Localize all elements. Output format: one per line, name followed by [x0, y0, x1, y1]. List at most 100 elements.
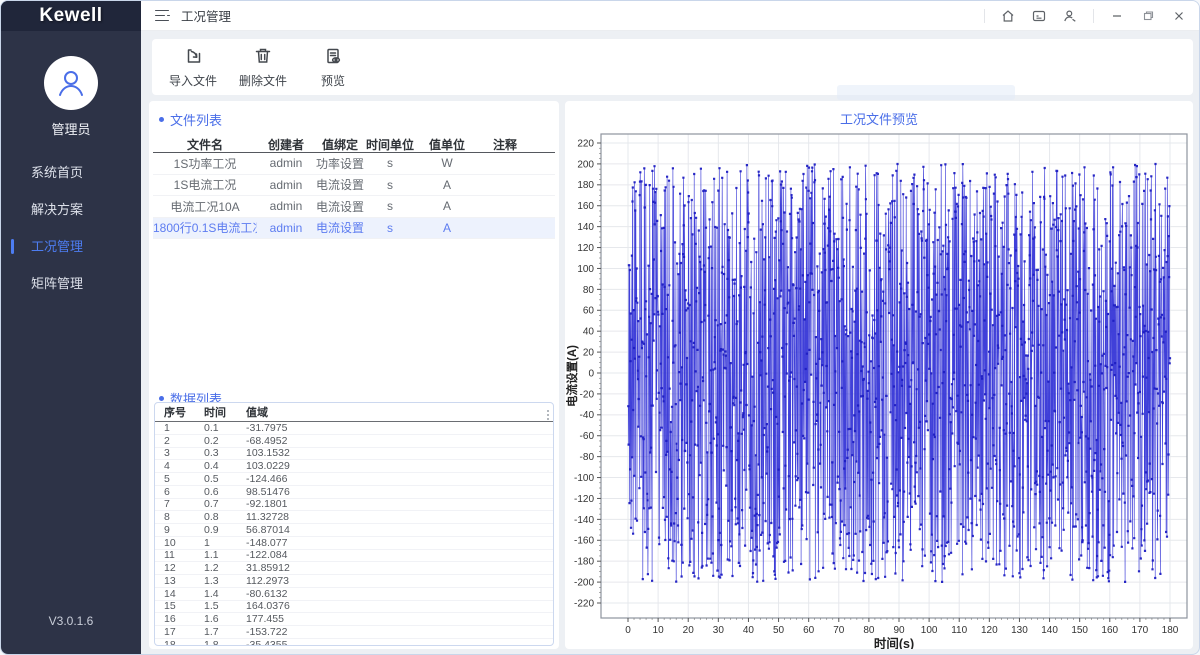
cell: 17: [164, 626, 204, 638]
data-row-10[interactable]: 111.1-122.084: [155, 550, 553, 563]
sidebar-item-1[interactable]: 解决方案: [1, 191, 141, 228]
cell: 0.7: [204, 498, 246, 510]
minimize-icon[interactable]: [1109, 8, 1125, 24]
data-row-15[interactable]: 161.6177.455: [155, 613, 553, 626]
svg-text:时间(s): 时间(s): [874, 636, 914, 649]
svg-text:100: 100: [577, 264, 594, 275]
data-row-17[interactable]: 181.8-35.4355: [155, 639, 553, 646]
toolbar-button-label: 导入文件: [169, 72, 217, 89]
data-row-4[interactable]: 50.5-124.466: [155, 473, 553, 486]
svg-text:-220: -220: [574, 598, 594, 609]
file-row-3[interactable]: 1800行0.1S电流工况admin电流设置sA: [153, 218, 555, 240]
data-row-11[interactable]: 121.231.85912: [155, 562, 553, 575]
data-row-7[interactable]: 80.811.32728: [155, 511, 553, 524]
monitor-icon[interactable]: [1031, 8, 1047, 24]
sidebar-item-0[interactable]: 系统首页: [1, 154, 141, 191]
column-header: 时间: [204, 404, 246, 420]
scrollbar[interactable]: [547, 410, 549, 420]
svg-text:-60: -60: [580, 431, 595, 442]
cell: 14: [164, 588, 204, 600]
data-row-0[interactable]: 10.1-31.7975: [155, 422, 553, 435]
file-table-header: 文件名创建者值绑定时间单位值单位注释: [153, 136, 555, 153]
menu-toggle-icon[interactable]: [155, 10, 171, 22]
svg-text:60: 60: [583, 306, 595, 317]
svg-text:-80: -80: [580, 452, 595, 463]
svg-text:-40: -40: [580, 410, 595, 421]
app-version: V3.0.1.6: [1, 614, 141, 628]
user-settings-icon[interactable]: [1062, 8, 1078, 24]
bullet-icon: [159, 117, 164, 122]
data-table-body: 序号时间值域10.1-31.797520.2-68.495230.3103.15…: [155, 403, 553, 646]
cell: 3: [164, 447, 204, 459]
svg-text:-120: -120: [574, 494, 594, 505]
svg-text:50: 50: [773, 625, 785, 636]
fading-tooltip: [837, 85, 1015, 100]
cell: 1.1: [204, 549, 246, 561]
file-row-0[interactable]: 1S功率工况admin功率设置sW: [153, 153, 555, 175]
cell: A: [415, 178, 479, 192]
svg-text:-100: -100: [574, 473, 594, 484]
data-row-12[interactable]: 131.3112.2973: [155, 575, 553, 588]
file-table: 文件名创建者值绑定时间单位值单位注释1S功率工况admin功率设置sW1S电流工…: [153, 136, 555, 239]
cell: 31.85912: [246, 562, 296, 574]
sidebar-item-3[interactable]: 矩阵管理: [1, 265, 141, 302]
data-row-5[interactable]: 60.698.51476: [155, 486, 553, 499]
cell: 98.51476: [246, 486, 296, 498]
cell: s: [365, 221, 415, 235]
cell: 9: [164, 524, 204, 536]
cell: 164.0376: [246, 600, 296, 612]
svg-text:150: 150: [1071, 625, 1088, 636]
svg-text:170: 170: [1132, 625, 1149, 636]
toolbar-button-1[interactable]: 删除文件: [238, 46, 288, 89]
cell: 1.5: [204, 600, 246, 612]
preview-icon: [323, 46, 343, 69]
data-row-8[interactable]: 90.956.87014: [155, 524, 553, 537]
svg-text:-160: -160: [574, 536, 594, 547]
file-row-2[interactable]: 电流工况10Aadmin电流设置sA: [153, 196, 555, 218]
data-row-14[interactable]: 151.5164.0376: [155, 601, 553, 614]
toolbar-button-label: 预览: [321, 72, 345, 89]
svg-text:90: 90: [893, 625, 905, 636]
cell: -31.7975: [246, 422, 296, 434]
cell: 0.2: [204, 435, 246, 447]
sidebar: Kewell 管理员 系统首页解决方案工况管理矩阵管理 V3.0.1.6: [1, 1, 141, 654]
sidebar-item-2[interactable]: 工况管理: [1, 228, 141, 265]
svg-text:-20: -20: [580, 389, 595, 400]
toolbar-button-0[interactable]: 导入文件: [168, 46, 218, 89]
svg-text:60: 60: [803, 625, 815, 636]
chart-panel: 工况文件预览 -220-200-180-160-140-120-100-80-6…: [565, 101, 1193, 649]
user-name: 管理员: [1, 119, 141, 138]
cell: 12: [164, 562, 204, 574]
divider: [984, 9, 985, 23]
app-window: Kewell 管理员 系统首页解决方案工况管理矩阵管理 V3.0.1.6 工况管…: [0, 0, 1200, 655]
data-row-1[interactable]: 20.2-68.4952: [155, 435, 553, 448]
data-row-16[interactable]: 171.7-153.722: [155, 626, 553, 639]
cell: 8: [164, 511, 204, 523]
data-row-6[interactable]: 70.7-92.1801: [155, 499, 553, 512]
titlebar: 工况管理: [141, 1, 1199, 31]
data-row-2[interactable]: 30.3103.1532: [155, 448, 553, 461]
svg-text:140: 140: [577, 222, 594, 233]
data-row-13[interactable]: 141.4-80.6132: [155, 588, 553, 601]
data-row-9[interactable]: 101-148.077: [155, 537, 553, 550]
toolbar: 导入文件 删除文件预览: [152, 39, 1193, 95]
close-icon[interactable]: [1171, 8, 1187, 24]
cell: 1S电流工况: [153, 176, 257, 193]
data-row-3[interactable]: 40.4103.0229: [155, 460, 553, 473]
file-row-1[interactable]: 1S电流工况admin电流设置sA: [153, 175, 555, 197]
home-icon[interactable]: [1000, 8, 1016, 24]
cell: 11.32728: [246, 511, 296, 523]
svg-text:120: 120: [981, 625, 998, 636]
cell: s: [365, 156, 415, 170]
page-title: 工况管理: [181, 6, 231, 25]
cell: 103.1532: [246, 447, 296, 459]
cell: 1.8: [204, 639, 246, 646]
cell: -153.722: [246, 626, 296, 638]
restore-icon[interactable]: [1140, 8, 1156, 24]
cell: 电流工况10A: [153, 198, 257, 215]
window-controls: [984, 8, 1187, 24]
cell: A: [415, 221, 479, 235]
column-header: 值单位: [415, 136, 479, 153]
toolbar-button-2[interactable]: 预览: [308, 46, 358, 89]
column-header: 注释: [479, 136, 555, 153]
